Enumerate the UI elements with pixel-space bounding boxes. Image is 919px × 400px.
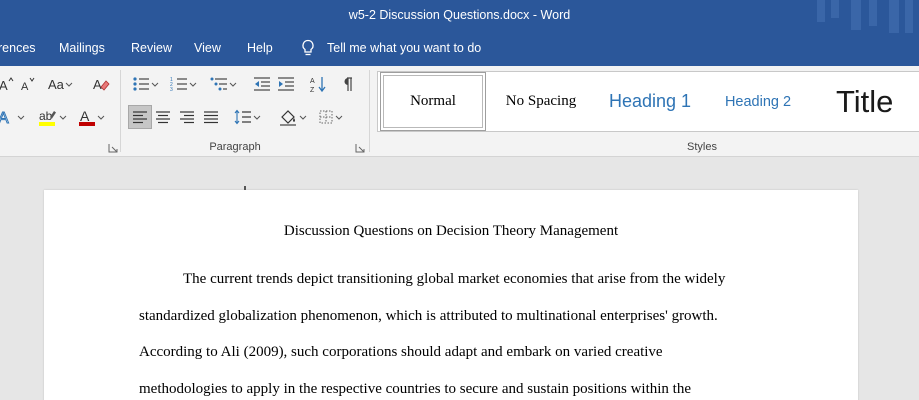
text-effects-icon: A	[0, 110, 10, 127]
document-title: Discussion Questions on Decision Theory …	[283, 223, 619, 239]
svg-text:A: A	[80, 108, 90, 124]
chevron-down-icon	[253, 115, 261, 120]
font-dialog-launcher-icon[interactable]	[108, 143, 118, 153]
tell-me-search[interactable]: Tell me what you want to do	[327, 41, 481, 55]
chevron-down-icon	[229, 82, 237, 87]
text-effects-button[interactable]: A	[0, 106, 26, 128]
style-normal[interactable]: Normal	[380, 72, 486, 131]
chevron-down-icon	[65, 82, 73, 87]
style-title[interactable]: Title	[828, 72, 919, 131]
numbering-icon: 123	[170, 77, 187, 92]
sort-button[interactable]: A Z	[310, 73, 328, 95]
font-color-button[interactable]: A	[78, 106, 106, 128]
title-bar: w5-2 Discussion Questions.docx - Word	[0, 0, 919, 33]
numbering-button[interactable]: 123	[170, 73, 198, 95]
chevron-down-icon	[335, 115, 343, 120]
clear-formatting-icon: A	[93, 77, 110, 92]
chevron-down-icon	[299, 115, 307, 120]
align-center-icon	[156, 111, 170, 124]
styles-group-label: Styles	[687, 141, 717, 153]
paint-bucket-icon	[280, 110, 296, 126]
grow-font-icon: A	[0, 77, 14, 92]
decrease-indent-button[interactable]	[253, 73, 271, 95]
svg-text:Z: Z	[310, 87, 315, 93]
grow-font-button[interactable]: A	[0, 73, 16, 95]
text-cursor-mark	[244, 186, 246, 190]
chevron-down-icon	[189, 82, 197, 87]
justify-button[interactable]	[203, 106, 219, 128]
tab-mailings[interactable]: Mailings	[59, 41, 105, 55]
chevron-down-icon	[17, 115, 25, 120]
chevron-down-icon	[151, 82, 159, 87]
change-case-label: Aa	[48, 76, 64, 92]
align-right-button[interactable]	[179, 106, 195, 128]
shrink-font-button[interactable]: A	[20, 73, 36, 95]
borders-button[interactable]	[318, 106, 344, 128]
tab-view[interactable]: View	[194, 41, 221, 55]
svg-text:A: A	[21, 81, 29, 92]
multilevel-list-button[interactable]	[210, 73, 238, 95]
styles-gallery: Normal No Spacing Heading 1 Heading 2 Ti…	[377, 71, 919, 132]
document-line: According to Ali (2009), such corporatio…	[139, 344, 663, 360]
document-line: standardized globalization phenomenon, w…	[139, 308, 718, 324]
justify-icon	[204, 111, 218, 124]
highlighter-icon: ab	[39, 109, 56, 126]
align-right-icon	[180, 111, 194, 124]
shrink-font-icon: A	[21, 77, 35, 92]
document-line: The current trends depict transitioning …	[183, 271, 726, 287]
svg-text:3: 3	[170, 87, 173, 92]
clear-formatting-button[interactable]: A	[92, 73, 110, 95]
multilevel-list-icon	[210, 77, 227, 91]
chevron-down-icon	[59, 115, 67, 120]
svg-text:A: A	[93, 77, 102, 92]
group-separator	[120, 70, 121, 152]
svg-text:A: A	[0, 78, 8, 92]
svg-text:ab: ab	[39, 109, 53, 123]
paragraph-group-label: Paragraph	[209, 141, 261, 153]
line-spacing-icon	[234, 109, 251, 125]
tab-references[interactable]: rences	[0, 41, 36, 55]
decrease-indent-icon	[254, 77, 270, 91]
ribbon: A A Aa A A ab A 1 2 3 A Z Paragraph Norm…	[0, 66, 919, 157]
borders-icon	[319, 110, 333, 124]
document-page[interactable]: Discussion Questions on Decision Theory …	[44, 186, 858, 400]
pilcrow-icon	[344, 77, 352, 91]
highlight-color-button[interactable]: ab	[38, 106, 68, 128]
bullets-icon	[133, 77, 149, 91]
window-title: w5-2 Discussion Questions.docx - Word	[348, 8, 571, 22]
group-separator	[369, 70, 370, 152]
chevron-down-icon	[97, 115, 105, 120]
change-case-button[interactable]: Aa	[48, 73, 74, 95]
tab-review[interactable]: Review	[131, 41, 172, 55]
shading-button[interactable]	[278, 106, 308, 128]
ribbon-tabs: rences Mailings Review View Help Tell me…	[0, 33, 919, 66]
bullets-button[interactable]	[132, 73, 160, 95]
tab-help[interactable]: Help	[247, 41, 273, 55]
line-spacing-button[interactable]	[234, 106, 262, 128]
align-left-icon	[133, 111, 147, 124]
paragraph-dialog-launcher-icon[interactable]	[355, 143, 365, 153]
sort-icon: A Z	[310, 77, 326, 93]
lightbulb-icon[interactable]	[300, 38, 316, 58]
align-left-button[interactable]	[128, 105, 152, 129]
style-heading-1[interactable]: Heading 1	[600, 72, 700, 131]
svg-text:A: A	[310, 78, 315, 85]
show-formatting-button[interactable]	[340, 73, 354, 95]
svg-text:A: A	[0, 110, 9, 126]
style-no-spacing[interactable]: No Spacing	[496, 72, 586, 131]
increase-indent-button[interactable]	[277, 73, 295, 95]
document-line: methodologies to apply in the respective…	[139, 381, 691, 397]
style-heading-2[interactable]: Heading 2	[713, 72, 803, 131]
increase-indent-icon	[278, 77, 294, 91]
font-color-icon: A	[79, 108, 95, 126]
align-center-button[interactable]	[155, 106, 171, 128]
